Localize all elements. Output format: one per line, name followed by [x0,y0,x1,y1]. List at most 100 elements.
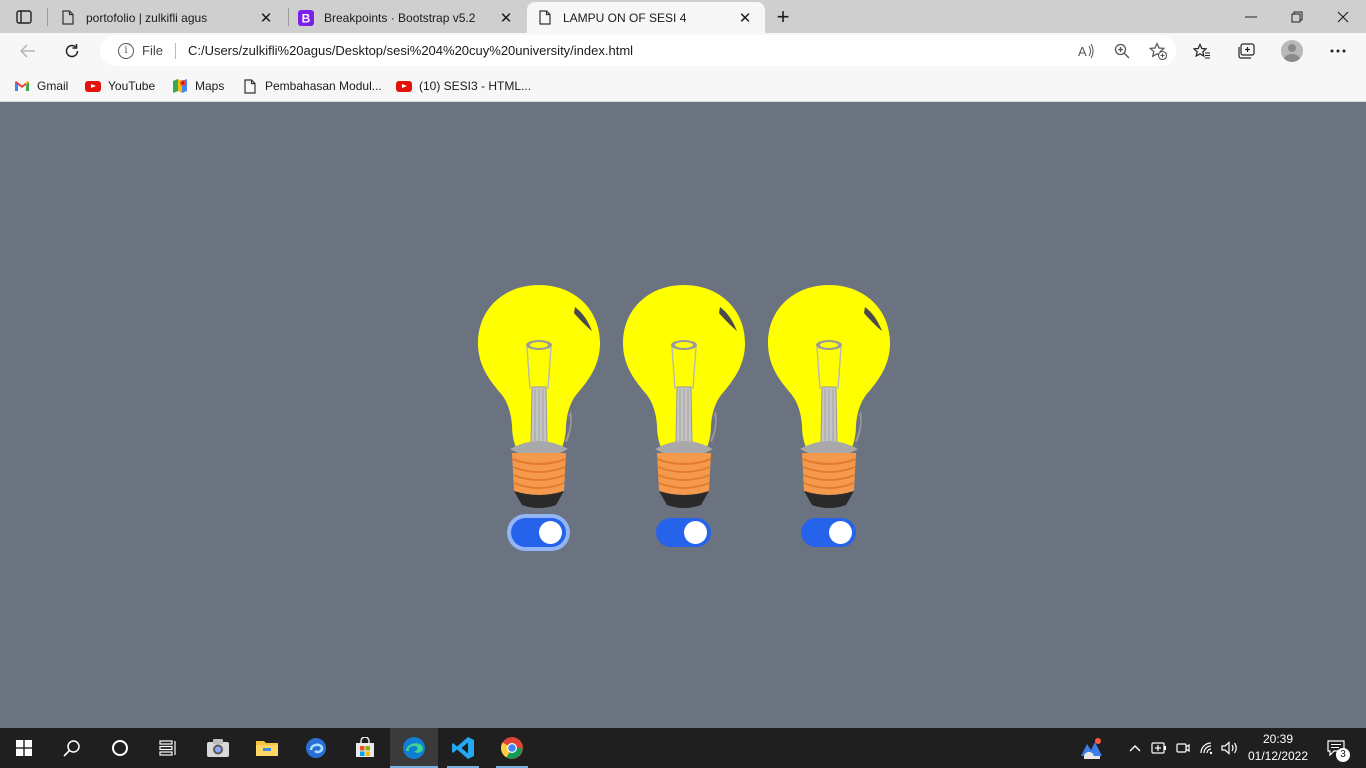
page-icon [537,10,553,26]
tab-breakpoints[interactable]: B Breakpoints · Bootstrap v5.2 ✕ [288,2,526,33]
refresh-button[interactable] [56,35,88,67]
start-icon [16,740,32,756]
restore-button[interactable] [1274,0,1320,33]
search-button[interactable] [48,728,96,768]
tab-close-icon[interactable]: ✕ [735,8,755,28]
tab-separator [47,8,48,26]
close-icon [1337,11,1349,22]
network-button[interactable] [1198,728,1216,768]
svg-text:A: A [1078,44,1087,59]
bookmark-gmail[interactable]: Gmail [14,76,68,96]
back-button[interactable] [12,35,44,67]
switch-knob [539,521,562,544]
clock-time: 20:39 [1262,732,1294,746]
settings-menu-button[interactable] [1322,35,1354,67]
profile-button[interactable] [1276,35,1308,67]
lamp-2-switch[interactable] [656,518,711,547]
address-url[interactable]: C:/Users/zulkifli%20agus/Desktop/sesi%20… [188,43,1068,58]
edge-dev-button[interactable] [292,728,340,768]
chrome-button[interactable] [488,728,536,768]
notification-badge: 3 [1336,748,1350,762]
system-clock[interactable]: 20:39 01/12/2022 [1244,731,1312,765]
notification-center-button[interactable]: 3 [1318,728,1354,768]
weather-button[interactable] [1076,728,1106,768]
minimize-button[interactable] [1228,0,1274,33]
video-icon [1176,743,1190,753]
add-favorite-icon[interactable] [1140,37,1176,65]
new-tab-button[interactable]: + [770,4,796,30]
gmail-icon [14,78,30,94]
bookmark-maps[interactable]: Maps [172,76,224,96]
chevron-up-icon [1129,745,1141,752]
vscode-icon [452,737,474,759]
svg-text:B: B [302,11,311,25]
page-content [0,103,1366,728]
camera-app-button[interactable] [194,728,242,768]
bookmark-label: Pembahasan Modul... [265,79,382,93]
tab-title: LAMPU ON OF SESI 4 [563,10,687,25]
start-button[interactable] [0,728,48,768]
page-icon [60,10,76,26]
favorites-button[interactable] [1186,35,1218,67]
tab-portofolio[interactable]: portofolio | zulkifli agus ✕ [50,2,286,33]
maps-icon [172,78,188,94]
taskbar: 20:39 01/12/2022 3 [0,728,1366,768]
cortana-icon [112,740,128,756]
lamp-1-bulb [477,284,601,509]
youtube-icon [396,78,412,94]
bookmark-label: (10) SESI3 - HTML... [419,79,532,93]
vscode-button[interactable] [439,728,487,768]
bookmark-label: Gmail [37,79,69,93]
meet-now-button[interactable] [1150,728,1168,768]
edge-icon [403,737,425,759]
tab-strip: portofolio | zulkifli agus ✕ B Breakpoin… [0,0,1366,33]
read-aloud-icon[interactable]: A [1068,37,1104,65]
restore-icon [1291,11,1303,22]
switch-knob [684,521,707,544]
task-view-button[interactable] [144,728,192,768]
collections-button[interactable] [1230,35,1262,67]
bookmark-pembahasan[interactable]: Pembahasan Modul... [242,76,382,96]
browser-toolbar: i File C:/Users/zulkifli%20agus/Desktop/… [0,33,1366,69]
tab-close-icon[interactable]: ✕ [256,8,276,28]
tab-lampu[interactable]: LAMPU ON OF SESI 4 ✕ [527,2,765,33]
lamp-2-bulb [622,284,746,509]
site-info-icon[interactable]: i [118,42,134,59]
tab-close-icon[interactable]: ✕ [496,8,516,28]
refresh-icon [65,44,79,58]
tab-actions-icon [16,10,32,24]
camera-icon [207,739,229,757]
bookmark-youtube[interactable]: YouTube [85,76,155,96]
show-hidden-icons-button[interactable] [1126,728,1144,768]
volume-button[interactable] [1220,728,1240,768]
edge-button[interactable] [390,728,438,768]
minimize-icon [1245,16,1257,17]
lamp-1-switch[interactable] [511,518,566,547]
collections-icon [1238,43,1255,59]
cortana-button[interactable] [96,728,144,768]
avatar [1281,40,1303,62]
tab-actions-button[interactable] [6,4,42,30]
more-icon [1330,49,1346,53]
store-button[interactable] [341,728,389,768]
weather-icon [1081,738,1102,759]
scheme-label: File [142,43,163,58]
zoom-icon[interactable] [1104,37,1140,65]
youtube-icon [85,78,101,94]
close-window-button[interactable] [1320,0,1366,33]
file-explorer-button[interactable] [243,728,291,768]
bookmark-sesi3[interactable]: (10) SESI3 - HTML... [396,76,531,96]
address-separator [174,42,176,59]
tab-title: portofolio | zulkifli agus [86,10,208,25]
tab-title: Breakpoints · Bootstrap v5.2 [324,10,476,25]
store-icon [356,737,374,757]
wifi-icon [1200,742,1213,755]
lamp-3-switch[interactable] [801,518,856,547]
clock-date: 01/12/2022 [1247,749,1309,763]
bootstrap-icon: B [298,9,314,26]
address-bar[interactable]: i File C:/Users/zulkifli%20agus/Desktop/… [100,35,1176,66]
battery-icon [1151,742,1166,754]
favorites-icon [1193,43,1210,59]
bookmark-label: Maps [195,79,225,93]
camera-tray-button[interactable] [1174,728,1192,768]
